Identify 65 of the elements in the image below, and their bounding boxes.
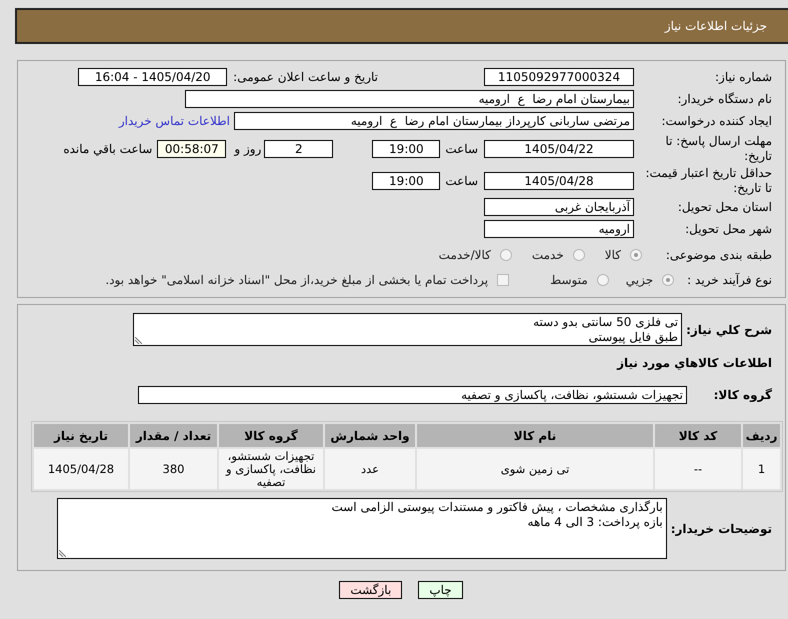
table-header-cell: گروه کالا xyxy=(219,424,323,447)
table-header-cell: تاریخ نیاز xyxy=(34,424,128,447)
time-label: ساعت xyxy=(445,174,478,188)
process-radio[interactable] xyxy=(662,274,674,286)
category-radio[interactable] xyxy=(500,249,512,261)
table-header-cell: تعداد / مقدار xyxy=(130,424,217,447)
category-radio[interactable] xyxy=(630,249,642,261)
field-label: شهر محل تحویل: xyxy=(684,222,773,236)
field-label: تاریخ و ساعت اعلان عمومی: xyxy=(232,70,379,84)
goods-group-field[interactable]: تجهیزات شستشو، نظافت، پاکسازی و تصفیه xyxy=(138,386,687,404)
resize-grip-icon[interactable] xyxy=(58,550,66,557)
field-label: شماره نیاز: xyxy=(714,70,773,84)
treasury-checkbox[interactable] xyxy=(497,274,510,286)
field-label: مهلت ارسال پاسخ: تا تاریخ: xyxy=(664,134,773,164)
field-label: شرح کلي نیاز: xyxy=(685,322,773,336)
resize-grip-icon[interactable] xyxy=(135,337,142,344)
need-number-field[interactable]: 1105092977000324 xyxy=(484,68,634,86)
back-button[interactable]: بازگشت xyxy=(339,581,402,599)
section-heading: اطلاعات کالاهاي مورد نیاز xyxy=(616,356,773,370)
table-cell: تی زمین شوی xyxy=(417,449,653,489)
validity-date-field[interactable]: 1405/04/28 xyxy=(484,172,634,190)
field-label: ایجاد کننده درخواست: xyxy=(660,114,773,128)
province-field[interactable]: آذربایجان غربی xyxy=(484,198,634,216)
table-cell: -- xyxy=(655,449,741,489)
table-cell: عدد xyxy=(325,449,415,489)
radio-label: خدمت xyxy=(532,248,564,262)
description-field[interactable]: تی فلزی 50 سانتی بدو دسته طبق فایل پیوستی xyxy=(133,313,682,346)
days-left-field[interactable]: 2 xyxy=(264,140,334,158)
field-label: طبقه بندی موضوعی: xyxy=(664,248,773,262)
checkbox-label: پرداخت تمام یا بخشی از مبلغ خرید،از محل "اسناد خزانه اسلامی" خواهد بود. xyxy=(105,273,488,287)
table-header-cell: کد کالا xyxy=(655,424,741,447)
field-label: حداقل تاریخ اعتبار قیمت: تا تاریخ: xyxy=(644,166,773,196)
validity-time-field[interactable]: 19:00 xyxy=(372,172,440,190)
page-title: جزئیات اطلاعات نیاز xyxy=(664,19,767,33)
radio-label: کالا/خدمت xyxy=(438,248,491,262)
print-button[interactable]: چاپ xyxy=(418,581,463,599)
table-header-cell: واحد شمارش xyxy=(325,424,415,447)
announcement-date-field[interactable]: 1405/04/20 - 16:04 xyxy=(78,68,228,86)
days-label: روز و xyxy=(234,142,262,156)
category-radio[interactable] xyxy=(572,249,585,261)
table-cell: 380 xyxy=(130,449,217,489)
time-label: ساعت xyxy=(445,142,478,156)
field-label: نام دستگاه خریدار: xyxy=(676,92,773,106)
table-header-cell: ردیف xyxy=(743,424,780,447)
field-label: گروه کالا: xyxy=(712,388,773,402)
requester-field[interactable]: مرتضی ساربانی کارپرداز بیمارستان امام رضا ع ارومیه xyxy=(234,112,634,130)
deadline-date-field[interactable]: 1405/04/22 xyxy=(484,140,634,158)
table-cell: 1 xyxy=(743,449,780,489)
radio-label: متوسط xyxy=(550,273,588,287)
field-label: نوع فرآیند خرید : xyxy=(686,272,773,288)
radio-label: جزیي xyxy=(626,273,654,287)
city-field[interactable]: ارومیه xyxy=(484,220,634,238)
deadline-time-field[interactable]: 19:00 xyxy=(372,140,440,158)
time-left-field[interactable]: 00:58:07 xyxy=(157,140,226,158)
buyer-notes-field[interactable]: بارگذاری مشخصات ، پیش فاکتور و مستندات پیوستی الزامی است بازه پرداخت: 3 الی 4 ماهه xyxy=(56,498,667,559)
field-label: استان محل تحویل: xyxy=(676,200,773,214)
table-cell: تجهیزات شستشو، نظافت، پاکسازی و تصفیه xyxy=(219,449,323,489)
process-radio[interactable] xyxy=(596,274,609,286)
time-left-label: ساعت باقي مانده xyxy=(63,142,152,156)
table-cell: 1405/04/28 xyxy=(34,449,128,489)
buyer-contact-link[interactable]: اطلاعات تماس خریدار xyxy=(118,114,230,128)
table-header-cell: نام کالا xyxy=(417,424,653,447)
field-label: توضیحات خریدار: xyxy=(670,522,773,536)
radio-label: کالا xyxy=(604,248,621,262)
buyer-org-field[interactable]: بیمارستان امام رضا ع ارومیه xyxy=(185,90,634,108)
